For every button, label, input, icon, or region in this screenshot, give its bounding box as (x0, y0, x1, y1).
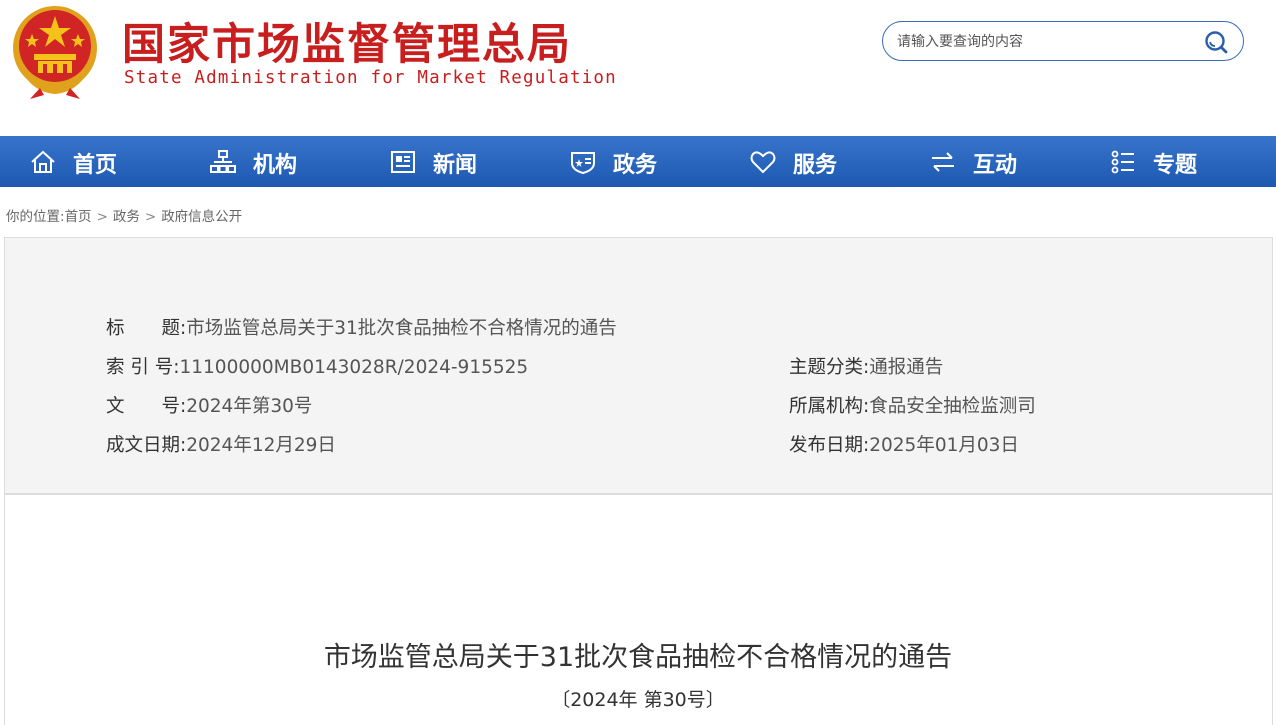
meta-publish-date-value: 2025年01月03日 (869, 435, 1019, 456)
nav-label-topics: 专题 (1153, 153, 1198, 178)
nav-item-services[interactable]: 服务 (750, 136, 920, 187)
nav-item-interaction[interactable]: 互动 (930, 136, 1100, 187)
shield-star-icon (571, 152, 595, 175)
nav-label-interaction: 互动 (973, 153, 1018, 178)
meta-title-row: 标 题:市场监管总局关于31批次食品抽检不合格情况的通告 (106, 314, 617, 340)
site-logo-english[interactable]: State Administration for Market Regulati… (124, 68, 617, 88)
newspaper-icon (391, 151, 415, 173)
heart-icon (750, 151, 776, 174)
site-header: 国家市场监督管理总局 State Administration for Mark… (0, 0, 1276, 136)
nav-label-organization: 机构 (253, 153, 298, 178)
meta-agency-label: 所属机构: (789, 396, 870, 417)
breadcrumb-info-disclosure-link[interactable]: 政府信息公开 (161, 209, 242, 225)
nav-item-topics[interactable]: 专题 (1110, 136, 1276, 187)
meta-index-label: 索 引 号: (106, 357, 180, 378)
meta-agency-row: 所属机构:食品安全抽检监测司 (789, 392, 1036, 418)
nav-label-home: 首页 (73, 153, 118, 178)
nav-item-news[interactable]: 新闻 (390, 136, 560, 187)
national-emblem-logo[interactable] (10, 4, 100, 100)
breadcrumb-prefix: 你的位置: (6, 209, 65, 225)
meta-docno-label: 文 号: (106, 396, 187, 417)
meta-docno-row: 文 号:2024年第30号 (106, 392, 312, 418)
list-icon (1111, 150, 1134, 174)
breadcrumb-government-affairs-link[interactable]: 政务 (113, 209, 140, 225)
main-nav: 首页 机构 新闻 政务 服务 互动 专题 (0, 136, 1276, 187)
search-box (882, 21, 1244, 61)
meta-publish-date-label: 发布日期: (789, 435, 870, 456)
meta-title-value: 市场监管总局关于31批次食品抽检不合格情况的通告 (186, 318, 617, 339)
meta-title-label: 标 题: (106, 318, 187, 339)
breadcrumb: 你的位置:首页 > 政务 > 政府信息公开 (6, 205, 242, 225)
home-icon (31, 150, 55, 173)
nav-item-organization[interactable]: 机构 (210, 136, 380, 187)
meta-agency-value: 食品安全抽检监测司 (869, 396, 1036, 417)
nav-label-services: 服务 (793, 153, 838, 178)
site-logo-chinese[interactable]: 国家市场监督管理总局 (122, 10, 572, 72)
nav-label-government-affairs: 政务 (613, 153, 658, 178)
meta-category-value: 通报通告 (869, 357, 944, 378)
search-input[interactable] (895, 30, 1199, 54)
document-title: 市场监管总局关于31批次食品抽检不合格情况的通告 (323, 642, 953, 673)
exchange-arrows-icon (932, 152, 954, 172)
org-chart-icon (210, 150, 236, 173)
search-icon[interactable] (1203, 30, 1229, 54)
meta-category-row: 主题分类:通报通告 (789, 353, 943, 379)
meta-written-date-row: 成文日期:2024年12月29日 (106, 431, 336, 457)
breadcrumb-separator: > (96, 209, 108, 225)
nav-item-government-affairs[interactable]: 政务 (570, 136, 740, 187)
meta-written-date-value: 2024年12月29日 (186, 435, 336, 456)
document-number: 〔2024年 第30号〕 (551, 689, 725, 711)
meta-index-row: 索 引 号:11100000MB0143028R/2024-915525 (106, 353, 528, 379)
nav-item-home[interactable]: 首页 (30, 136, 200, 187)
meta-index-value: 11100000MB0143028R/2024-915525 (179, 357, 529, 378)
meta-publish-date-row: 发布日期:2025年01月03日 (789, 431, 1019, 457)
breadcrumb-separator: > (144, 209, 157, 225)
meta-category-label: 主题分类: (789, 357, 870, 378)
meta-written-date-label: 成文日期: (106, 435, 187, 456)
meta-docno-value: 2024年第30号 (186, 396, 313, 417)
nav-label-news: 新闻 (433, 153, 478, 178)
breadcrumb-home-link[interactable]: 首页 (65, 209, 92, 225)
